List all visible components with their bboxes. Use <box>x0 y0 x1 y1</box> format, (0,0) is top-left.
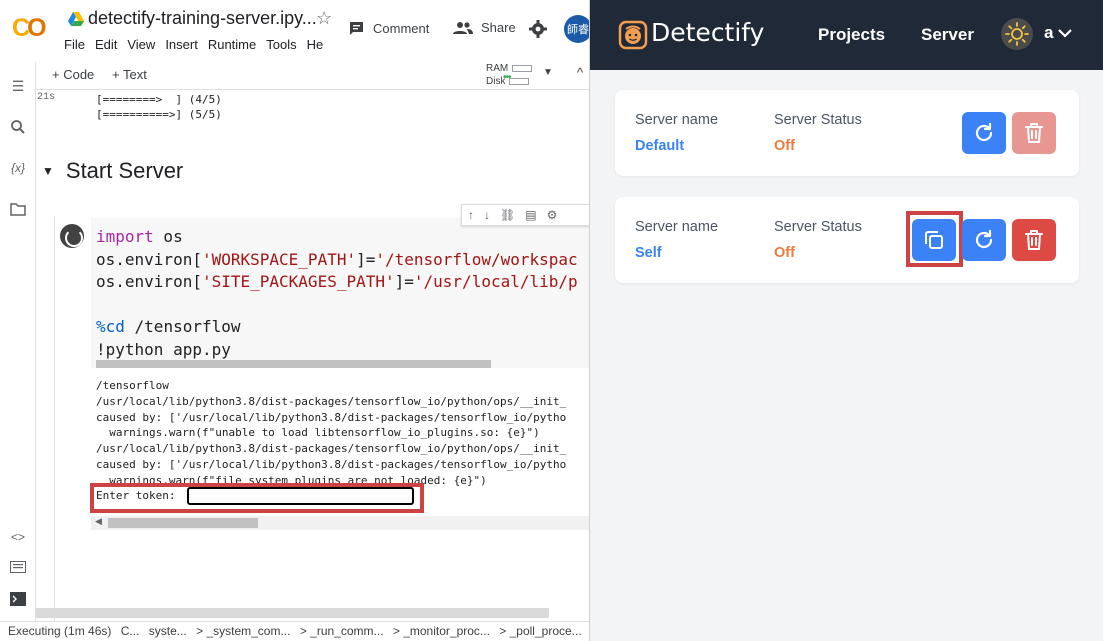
left-rail: ☰ {x} <> <box>0 62 36 622</box>
search-icon[interactable] <box>10 119 26 135</box>
star-icon[interactable]: ☆ <box>316 8 332 29</box>
status-bar: Executing (1m 46s) C... syste... > _syst… <box>0 621 589 641</box>
section-title: Start Server <box>65 158 184 183</box>
refresh-icon <box>975 122 993 142</box>
share-label: Share <box>481 20 516 35</box>
server-status-label: Server Status <box>774 219 862 235</box>
user-name: a <box>1044 23 1054 42</box>
notebook-title[interactable]: detectify-training-server.ipy... <box>88 8 317 29</box>
share-button[interactable]: Share <box>453 20 516 35</box>
menu-tools[interactable]: Tools <box>266 37 296 52</box>
output-scrollbar[interactable]: ◀ <box>91 516 589 530</box>
command-palette-icon[interactable] <box>10 560 26 576</box>
table-of-contents-icon[interactable]: ☰ <box>10 78 26 94</box>
add-text-button[interactable]: + Text <box>112 67 147 82</box>
colab-window: CO detectify-training-server.ipy... ☆ Fi… <box>0 0 589 641</box>
scroll-left-icon[interactable]: ◀ <box>95 516 102 527</box>
code-content[interactable]: import os os.environ['WORKSPACE_PATH']='… <box>96 226 578 361</box>
chevron-down-icon <box>1058 29 1073 38</box>
stop-execution-button[interactable] <box>60 224 84 248</box>
delete-server-button[interactable] <box>1012 219 1056 261</box>
add-code-button[interactable]: + Code <box>52 67 94 82</box>
restart-server-button[interactable] <box>962 219 1006 261</box>
server-status: Off <box>774 138 795 154</box>
nav-server[interactable]: Server <box>921 25 974 45</box>
google-drive-icon <box>68 12 84 26</box>
gear-icon[interactable] <box>529 20 547 38</box>
status-item: syste... <box>148 624 187 638</box>
comment-label: Comment <box>373 21 430 36</box>
menu-file[interactable]: File <box>64 37 85 52</box>
detectify-app: Detectify Projects Server a Server name … <box>589 0 1103 641</box>
server-name: Self <box>635 245 662 261</box>
status-item: > _poll_proce... <box>499 624 582 638</box>
server-name: Default <box>635 138 685 154</box>
sun-icon <box>1005 22 1029 46</box>
comment-button[interactable]: Comment <box>348 20 429 37</box>
server-card-self: Server name Self Server Status Off <box>615 197 1079 283</box>
resource-monitor[interactable]: RAM Disk <box>486 62 533 88</box>
nav-projects[interactable]: Projects <box>818 25 885 45</box>
status-item: > _run_comm... <box>299 624 384 638</box>
chevron-up-icon[interactable]: ^ <box>577 65 583 80</box>
delete-server-button[interactable] <box>1012 112 1056 154</box>
colab-logo[interactable]: CO <box>12 14 52 42</box>
brand-name[interactable]: Detectify <box>651 18 764 47</box>
theme-toggle-button[interactable] <box>1001 18 1033 50</box>
cell-output: /tensorflow /usr/local/lib/python3.8/dis… <box>96 379 567 487</box>
status-executing[interactable]: Executing (1m 46s) <box>8 624 111 638</box>
trash-icon <box>1025 230 1043 250</box>
link-icon[interactable]: ⛓ <box>500 208 515 222</box>
server-status-label: Server Status <box>774 112 862 128</box>
notebook-toolbar: + Code + Text ••• RAM Disk ▼ ^ <box>36 62 589 90</box>
status-item: > _system_com... <box>196 624 291 638</box>
terminal-icon[interactable] <box>10 592 26 608</box>
cell-toolbar: ↑ ↓ ⛓ ▤ ⚙ <box>461 204 589 226</box>
top-nav: Detectify Projects Server a <box>590 0 1103 70</box>
avatar[interactable]: 師睿 <box>564 15 589 43</box>
menu-runtime[interactable]: Runtime <box>208 37 256 52</box>
menu-view[interactable]: View <box>127 37 155 52</box>
server-name-label: Server name <box>635 112 719 128</box>
menu-insert[interactable]: Insert <box>165 37 198 52</box>
status-item: C... <box>120 624 140 638</box>
code-scrollbar[interactable] <box>96 360 491 368</box>
folder-icon[interactable] <box>10 202 26 218</box>
server-card-default: Server name Default Server Status Off <box>615 90 1079 176</box>
menu-edit[interactable]: Edit <box>95 37 117 52</box>
execution-time: 21s <box>37 92 56 103</box>
code-snippets-icon[interactable]: <> <box>10 529 26 545</box>
detectify-logo-icon[interactable] <box>617 19 649 51</box>
user-menu[interactable]: a <box>1044 23 1073 43</box>
variables-icon[interactable]: {x} <box>8 160 28 176</box>
output-scroll-thumb[interactable] <box>108 518 258 528</box>
restart-server-button[interactable] <box>962 112 1006 154</box>
menu-bar: File Edit View Insert Runtime Tools He <box>64 37 333 52</box>
disk-label: Disk <box>486 76 506 87</box>
comment-cell-icon[interactable]: ▤ <box>525 208 536 222</box>
server-status: Off <box>774 245 795 261</box>
comment-icon <box>350 22 363 35</box>
menu-help[interactable]: He <box>307 37 324 52</box>
ram-label: RAM <box>486 63 509 74</box>
notebook-hscrollbar[interactable] <box>36 608 549 618</box>
progress-output: [========> ] (4/5) [==========>] (5/5) <box>96 93 222 121</box>
trash-icon <box>1025 123 1043 143</box>
annotation-highlight-token <box>90 483 424 513</box>
move-down-icon[interactable]: ↓ <box>484 208 490 222</box>
collapse-caret-icon[interactable]: ▼ <box>42 164 54 178</box>
refresh-icon <box>975 229 993 249</box>
annotation-highlight-copy <box>906 211 963 267</box>
server-name-label: Server name <box>635 219 719 235</box>
status-item: > _monitor_proc... <box>392 624 490 638</box>
move-up-icon[interactable]: ↑ <box>468 208 474 222</box>
section-heading: ▼ Start Server <box>42 158 183 184</box>
people-icon <box>453 21 473 34</box>
cell-settings-icon[interactable]: ⚙ <box>547 208 558 222</box>
chevron-down-icon[interactable]: ▼ <box>543 67 553 78</box>
